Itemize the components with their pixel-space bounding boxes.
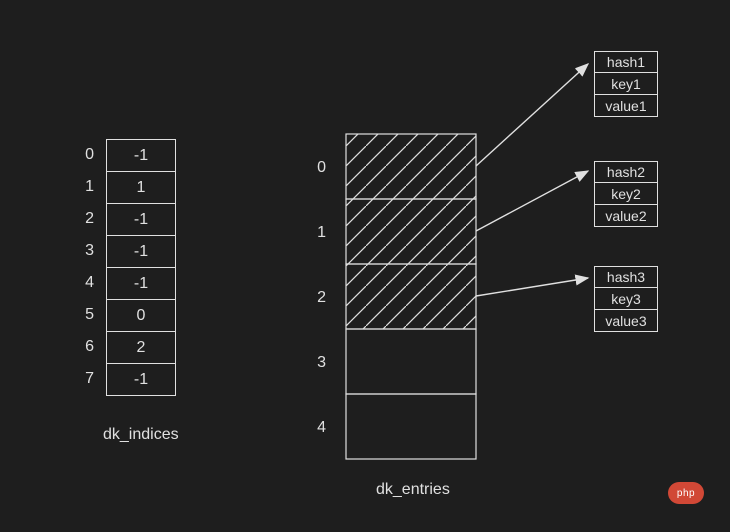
arrow-2 [476, 278, 588, 296]
php-watermark: php [668, 482, 704, 504]
entries-cell-3 [346, 329, 476, 394]
entry-detail-1: hash2 key2 value2 [594, 161, 658, 227]
entry-2-key: key3 [594, 288, 658, 310]
entry-2-value: value3 [594, 310, 658, 332]
entries-cell-0 [346, 134, 476, 199]
arrow-0 [476, 64, 588, 166]
entries-cell-4 [346, 394, 476, 459]
entries-title: dk_entries [376, 481, 450, 499]
entries-cell-2 [346, 264, 476, 329]
entry-1-value: value2 [594, 205, 658, 227]
entries-cell-1 [346, 199, 476, 264]
entry-detail-2: hash3 key3 value3 [594, 266, 658, 332]
entry-0-hash: hash1 [594, 51, 658, 73]
entry-detail-0: hash1 key1 value1 [594, 51, 658, 117]
entry-1-key: key2 [594, 183, 658, 205]
entry-2-hash: hash3 [594, 266, 658, 288]
arrow-1 [476, 171, 588, 231]
entry-0-key: key1 [594, 73, 658, 95]
entry-1-hash: hash2 [594, 161, 658, 183]
entry-0-value: value1 [594, 95, 658, 117]
